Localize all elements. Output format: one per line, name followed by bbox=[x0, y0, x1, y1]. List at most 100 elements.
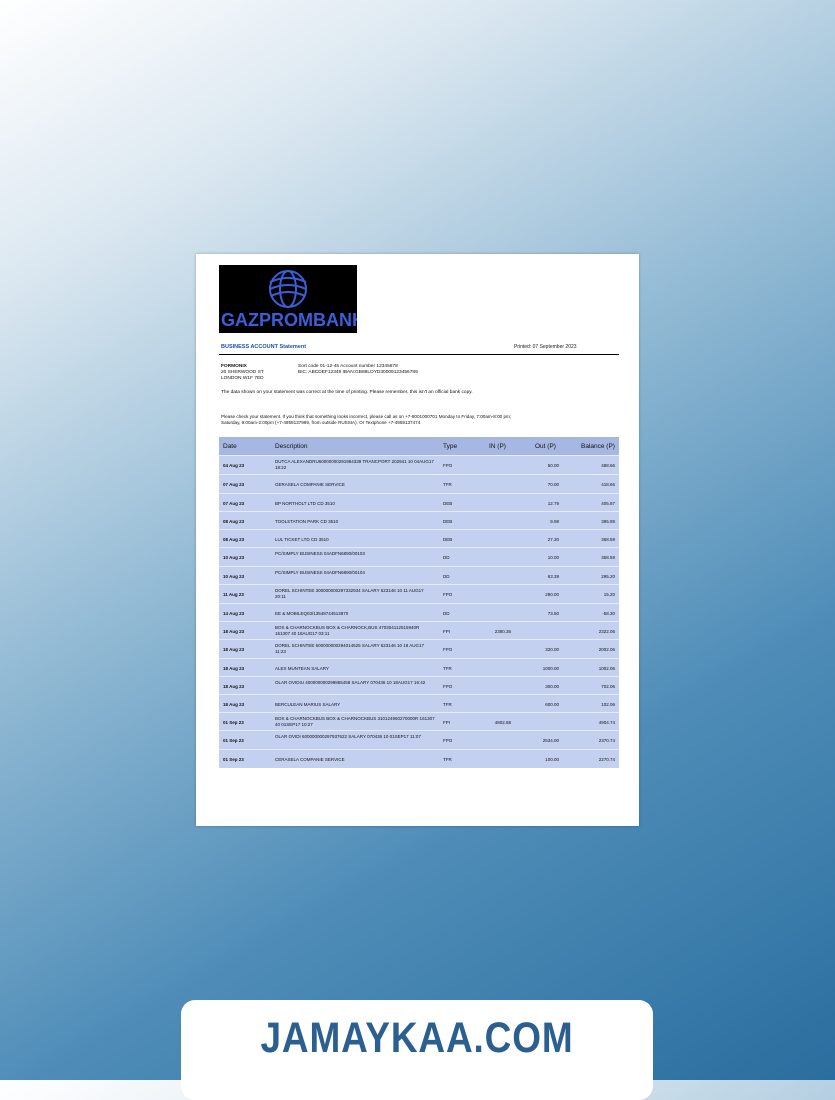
globe-icon bbox=[269, 270, 307, 308]
header-balance: Balance (P) bbox=[581, 443, 615, 450]
table-row: 08 Aug 23 TOOLSTATION PARK CD 3510 DEB 9.98… bbox=[219, 511, 619, 530]
table-row: 18 Aug 23 ALEX MUNTEAN SALARY TFR 1000.00 10… bbox=[219, 658, 619, 677]
cell-out: 280.00 bbox=[545, 592, 559, 597]
cell-balance: 2322.06 bbox=[598, 629, 615, 634]
cell-date: 07 Aug 23 bbox=[223, 482, 245, 487]
cell-type: TFR bbox=[443, 757, 452, 762]
cell-date: 18 Aug 23 bbox=[223, 629, 245, 634]
cell-out: 300.00 bbox=[545, 684, 559, 689]
cell-balance: 488.66 bbox=[601, 463, 615, 468]
table-row: 01 Sep 23 BOX & CHARNOCKBUS BOX & CHARNOC… bbox=[219, 712, 619, 731]
customer-address-line2: LONDON W1F 7ED bbox=[221, 376, 264, 381]
cell-balance: 2370.74 bbox=[598, 738, 615, 743]
cell-date: 18 Aug 23 bbox=[223, 702, 245, 707]
table-row: 11 Aug 23 DOREL SCHINTEE 3000000002973329… bbox=[219, 584, 619, 604]
cell-out: 70.00 bbox=[547, 482, 559, 487]
cell-description: BOX & CHARNOCKBUS BOX & CHARNOCK,BUS 470… bbox=[275, 625, 420, 636]
cell-out: 100.00 bbox=[545, 757, 559, 762]
cell-out: 9.98 bbox=[550, 519, 559, 524]
table-header: Date Description Type IN (P) Out (P) Bal… bbox=[219, 437, 619, 455]
cell-balance: 102.06 bbox=[601, 702, 615, 707]
header-description: Description bbox=[275, 443, 308, 450]
cell-description: BERCULEAN MARIUS SALARY bbox=[275, 702, 341, 707]
customer-address: FORMONIX 20 SHERWOOD ST LONDON W1F 7ED bbox=[221, 364, 264, 382]
cell-balance: 358.59 bbox=[601, 555, 615, 560]
statement-title: BUSINESS ACCOUNT Statement bbox=[221, 344, 307, 350]
cell-date: 10 Aug 23 bbox=[223, 574, 245, 579]
cell-date: 10 Aug 23 bbox=[223, 555, 245, 560]
cell-description: GERASELA COMPANIE SERVICE bbox=[275, 482, 345, 487]
cell-description: DOREL SCHINTEE 300000000297332934 SALARY… bbox=[275, 588, 424, 599]
cell-description: PC/SIMPLY BUSINESS 04ADFN6890/00104 bbox=[275, 570, 365, 575]
cell-date: 18 Aug 23 bbox=[223, 666, 245, 671]
table-row: 18 Aug 23 DOREL SCHINTEE 6000000002940145… bbox=[219, 639, 619, 659]
cell-date: 01 Sep 23 bbox=[223, 720, 244, 725]
header-type: Type bbox=[443, 443, 458, 450]
cell-type: TFR bbox=[443, 666, 452, 671]
cell-type: FPO bbox=[443, 647, 453, 652]
check-note: Please check your statement. If you thin… bbox=[221, 414, 512, 425]
transactions-table: Date Description Type IN (P) Out (P) Bal… bbox=[219, 437, 619, 768]
bank-name: GAZPROMBANK bbox=[221, 310, 357, 330]
account-details: Sort code 01-12-45 Account number 123456… bbox=[298, 364, 418, 376]
table-row: 18 Aug 23 OLAR OVIDIU 400000000299865458 … bbox=[219, 676, 619, 695]
cell-description: OLAR OVIDIU 400000000299865458 SALARY 07… bbox=[275, 680, 426, 685]
table-row: 04 Aug 23 DUTCA ALEXANDRU6000000029198433… bbox=[219, 455, 619, 475]
cell-description: OLAR OVIDI 600000000297937622 SALARY 070… bbox=[275, 734, 421, 739]
header-in: IN (P) bbox=[489, 443, 506, 450]
cell-description: DOREL SCHINTEE 600000000294014525 SALARY… bbox=[275, 643, 425, 654]
cell-description: CERASELA COMPANIE SERVICE bbox=[275, 757, 345, 762]
table-row: 18 Aug 23 BERCULEAN MARIUS SALARY TFR 600.0… bbox=[219, 694, 619, 713]
cell-date: 18 Aug 23 bbox=[223, 684, 245, 689]
cell-type: DD bbox=[443, 555, 450, 560]
cell-out: 10.00 bbox=[547, 555, 559, 560]
cell-in: 2380.36 bbox=[494, 629, 511, 634]
cell-type: FPO bbox=[443, 463, 453, 468]
cell-balance: 368.59 bbox=[601, 537, 615, 542]
cell-date: 14 Aug 23 bbox=[223, 611, 245, 616]
cell-out: 63.39 bbox=[547, 574, 559, 579]
cell-out: 73.50 bbox=[547, 611, 559, 616]
data-note: The data shown on your statement was cor… bbox=[221, 390, 473, 395]
cell-description: BOX & CHARNOCKBUS BOX & CHARNOCKBUS 3101… bbox=[275, 716, 435, 727]
cell-type: DD bbox=[443, 611, 450, 616]
cell-balance: 2270.74 bbox=[598, 757, 615, 762]
table-row: 10 Aug 23 PC/SIMPLY BUSINESS 04ADFN6890/0… bbox=[219, 547, 619, 567]
cell-in: 4802.68 bbox=[494, 720, 511, 725]
cell-description: LUL TICKET LTD CD 3510 bbox=[275, 537, 329, 542]
bank-logo: GAZPROMBANK bbox=[219, 265, 357, 333]
cell-date: 18 Aug 23 bbox=[223, 647, 245, 652]
cell-description: TOOLSTATION PARK CD 3510 bbox=[275, 519, 339, 524]
cell-date: 04 Aug 23 bbox=[223, 463, 245, 468]
cell-description: DUTCA ALEXANDRU60000000291984339 TRANCPO… bbox=[275, 459, 434, 470]
cell-description: EE & MOBILEQ03/13548744513870 bbox=[275, 611, 349, 616]
cell-out: 12.79 bbox=[547, 501, 559, 506]
cell-date: 01 Sep 23 bbox=[223, 757, 244, 762]
cell-date: 01 Sep 23 bbox=[223, 738, 244, 743]
cell-type: FPO bbox=[443, 592, 453, 597]
cell-date: 08 Aug 23 bbox=[223, 519, 245, 524]
cell-date: 07 Aug 23 bbox=[223, 501, 245, 506]
printed-date: Printed: 07 September 2023 bbox=[514, 344, 577, 350]
cell-out: 320.00 bbox=[545, 647, 559, 652]
cell-type: TFR bbox=[443, 482, 452, 487]
cell-balance: 702.06 bbox=[601, 684, 615, 689]
cell-balance: 395.89 bbox=[601, 519, 615, 524]
cell-balance: 418.66 bbox=[601, 482, 615, 487]
table-row: 01 Sep 23 CERASELA COMPANIE SERVICE TFR 100… bbox=[219, 749, 619, 769]
cell-description: ALEX MUNTEAN SALARY bbox=[275, 666, 329, 671]
table-row: 18 Aug 23 BOX & CHARNOCKBUS BOX & CHARNOC… bbox=[219, 621, 619, 640]
table-row: 10 Aug 23 PC/SIMPLY BUSINESS 04ADFN6890/0… bbox=[219, 566, 619, 585]
cell-type: FPO bbox=[443, 738, 453, 743]
cell-balance: 15.20 bbox=[603, 592, 615, 597]
header-date: Date bbox=[223, 443, 237, 450]
account-line2: BIC: ABCDEF12349 IBAN:GB88LOYD3000912345… bbox=[298, 370, 418, 375]
cell-out: 27.30 bbox=[547, 537, 559, 542]
cell-type: FPI bbox=[443, 720, 451, 725]
watermark-text: JAMAYKAA.COM bbox=[260, 1014, 574, 1062]
cell-balance: -58.30 bbox=[602, 611, 615, 616]
cell-type: DD bbox=[443, 574, 450, 579]
cell-type: FPO bbox=[443, 684, 453, 689]
cell-type: DEB bbox=[443, 519, 453, 524]
cell-out: 50.00 bbox=[547, 463, 559, 468]
